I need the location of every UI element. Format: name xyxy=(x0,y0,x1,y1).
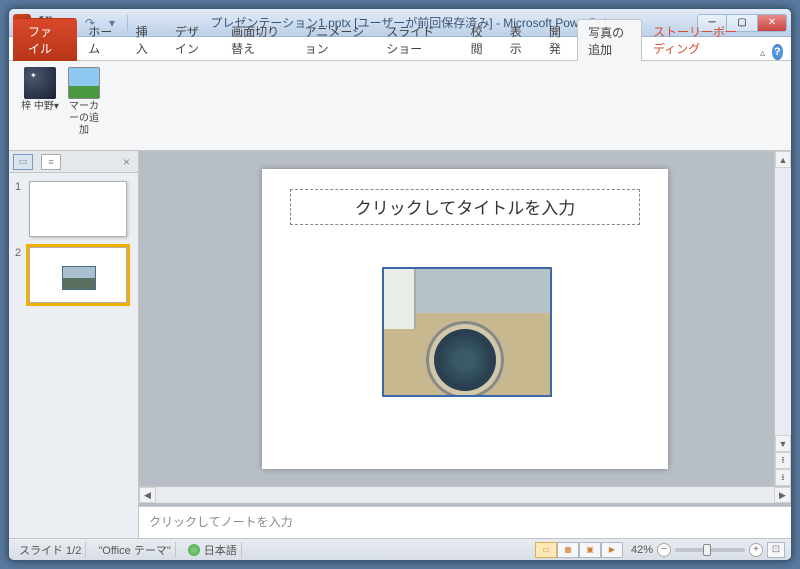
zoom-in-button[interactable]: + xyxy=(749,543,763,557)
tab-animations[interactable]: アニメーション xyxy=(294,18,376,60)
slide-number: 2 xyxy=(15,247,25,303)
view-buttons: ▭ ▦ ▣ ▶ xyxy=(535,542,623,558)
canvas-area: クリックしてタイトルを入力 ▲ ▼ ⭱ ⭳ ◀ xyxy=(139,151,791,538)
sorter-view-button[interactable]: ▦ xyxy=(557,542,579,558)
slide-counter[interactable]: スライド 1/2 xyxy=(15,542,86,558)
scroll-down-icon[interactable]: ▼ xyxy=(775,435,791,452)
help-icon[interactable]: ? xyxy=(772,44,783,60)
vertical-scrollbar[interactable]: ▲ ▼ ⭱ ⭳ xyxy=(774,151,791,486)
ribbon-body: 梓 中野▾ マーカーの追加 xyxy=(9,61,791,151)
ribbon-collapse-icon[interactable]: ▵ xyxy=(758,46,768,60)
thumb-row: 2 xyxy=(15,247,132,303)
zoom-slider[interactable] xyxy=(675,548,745,552)
photo-icon xyxy=(68,67,100,99)
slide-image[interactable] xyxy=(382,267,552,397)
fit-to-window-button[interactable]: ⊡ xyxy=(767,542,785,558)
slide-thumbnail-1[interactable] xyxy=(29,181,127,237)
slide-panel: ▭ ≡ × 1 2 xyxy=(9,151,139,538)
gallery-button[interactable]: 梓 中野▾ xyxy=(19,65,61,146)
title-placeholder[interactable]: クリックしてタイトルを入力 xyxy=(290,189,640,225)
thumbnails-list: 1 2 xyxy=(9,173,138,538)
scroll-track[interactable] xyxy=(775,168,791,435)
language-indicator[interactable]: 日本語 xyxy=(184,542,242,558)
language-label: 日本語 xyxy=(204,542,237,558)
theme-indicator[interactable]: "Office テーマ" xyxy=(94,542,175,558)
notes-placeholder[interactable]: クリックしてノートを入力 xyxy=(139,506,791,538)
zoom-controls: 42% − + ⊡ xyxy=(631,542,785,558)
gallery-icon xyxy=(24,67,56,99)
next-slide-icon[interactable]: ⭳ xyxy=(775,469,791,486)
slide-canvas[interactable]: クリックしてタイトルを入力 ▲ ▼ ⭱ ⭳ xyxy=(139,151,791,486)
tab-view[interactable]: 表示 xyxy=(499,18,538,60)
notes-pane[interactable]: クリックしてノートを入力 xyxy=(139,503,791,538)
ribbon-tabs: ファイル ホーム 挿入 デザイン 画面切り替え アニメーション スライド ショー… xyxy=(9,37,791,61)
spellcheck-icon xyxy=(188,544,200,556)
app-window: P 💾 ↶ ↷ ▾ プレゼンテーション1.pptx [ユーザーが前回保存済み] … xyxy=(8,8,792,561)
prev-slide-icon[interactable]: ⭱ xyxy=(775,452,791,469)
zoom-percent[interactable]: 42% xyxy=(631,544,653,556)
add-marker-button[interactable]: マーカーの追加 xyxy=(63,65,105,146)
scroll-left-icon[interactable]: ◀ xyxy=(139,487,156,503)
gallery-label: 梓 中野▾ xyxy=(21,101,59,113)
ribbon-group: 梓 中野▾ マーカーの追加 xyxy=(13,65,111,146)
tab-slideshow[interactable]: スライド ショー xyxy=(375,18,459,60)
panel-tabs: ▭ ≡ × xyxy=(9,151,138,173)
workspace: ▭ ≡ × 1 2 クリックしてタイト xyxy=(9,151,791,538)
tab-review[interactable]: 校閲 xyxy=(460,18,499,60)
add-marker-label: マーカーの追加 xyxy=(65,101,103,137)
scroll-up-icon[interactable]: ▲ xyxy=(775,151,791,168)
panel-close-icon[interactable]: × xyxy=(119,155,134,169)
slideshow-view-button[interactable]: ▶ xyxy=(601,542,623,558)
tab-developer[interactable]: 開発 xyxy=(538,18,577,60)
reading-view-button[interactable]: ▣ xyxy=(579,542,601,558)
tab-storyboarding[interactable]: ストーリーボーディング xyxy=(642,18,758,60)
close-button[interactable]: ✕ xyxy=(757,14,787,32)
horizontal-scrollbar[interactable]: ◀ ▶ xyxy=(139,486,791,503)
thumb-image xyxy=(62,266,96,290)
thumb-row: 1 xyxy=(15,181,132,237)
thumbnails-tab[interactable]: ▭ xyxy=(13,154,33,170)
fountain-photo xyxy=(384,269,550,395)
file-tab[interactable]: ファイル xyxy=(13,18,77,61)
slide-number: 1 xyxy=(15,181,25,237)
slider-thumb[interactable] xyxy=(703,544,711,556)
zoom-out-button[interactable]: − xyxy=(657,543,671,557)
scroll-track[interactable] xyxy=(156,487,774,503)
slide[interactable]: クリックしてタイトルを入力 xyxy=(262,169,668,469)
normal-view-button[interactable]: ▭ xyxy=(535,542,557,558)
slide-thumbnail-2[interactable] xyxy=(29,247,127,303)
tab-transitions[interactable]: 画面切り替え xyxy=(220,18,293,60)
tab-design[interactable]: デザイン xyxy=(164,18,220,60)
tab-insert[interactable]: 挿入 xyxy=(125,18,164,60)
statusbar: スライド 1/2 "Office テーマ" 日本語 ▭ ▦ ▣ ▶ 42% − … xyxy=(9,538,791,560)
outline-tab[interactable]: ≡ xyxy=(41,154,61,170)
tab-add-photo[interactable]: 写真の追加 xyxy=(577,19,642,61)
tab-home[interactable]: ホーム xyxy=(77,18,124,60)
scroll-right-icon[interactable]: ▶ xyxy=(774,487,791,503)
